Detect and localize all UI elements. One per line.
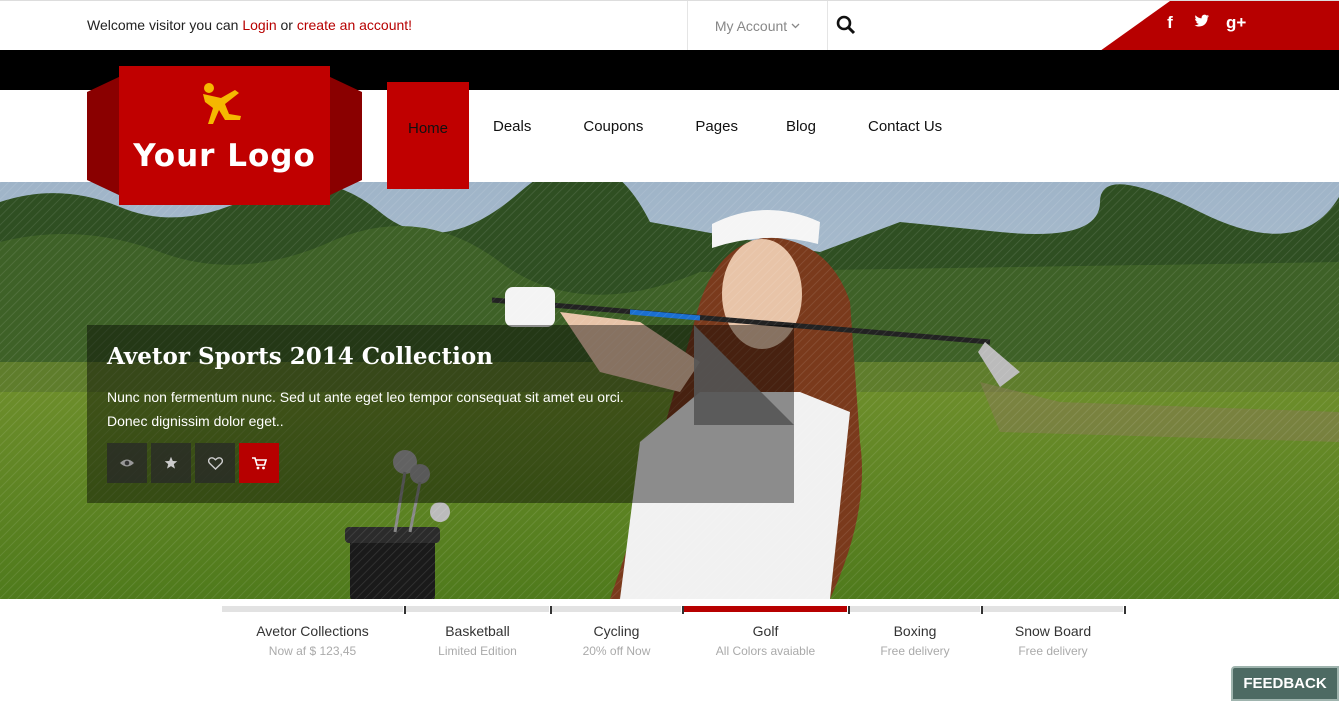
logo-panel: Your Logo	[119, 66, 330, 205]
tab-title: Cycling	[593, 623, 640, 639]
nav-item-label: Home	[407, 120, 448, 137]
nav-item-label: Pages	[695, 118, 738, 135]
login-link[interactable]: Login	[242, 17, 276, 33]
tab-title: Boxing	[893, 623, 937, 639]
tab-separator	[1124, 606, 1126, 614]
heart-icon[interactable]	[195, 443, 235, 483]
top-bar: Welcome visitor you can Login or create …	[0, 0, 1339, 51]
logo-right-wing	[328, 76, 362, 196]
googleplus-icon[interactable]: g+	[1226, 13, 1246, 33]
tab-basketball[interactable]: Basketball Limited Edition	[406, 606, 552, 666]
tab-avetor-collections[interactable]: Avetor Collections Now af $ 123,45	[222, 606, 406, 666]
tab-subtitle: Limited Edition	[438, 644, 517, 658]
nav-item-label: Blog	[785, 118, 816, 135]
hero-title: Avetor Sports 2014 Collection	[107, 343, 493, 370]
social-links: f g+	[1100, 1, 1339, 51]
nav-item-deals[interactable]: Deals	[469, 82, 555, 189]
category-tabs: Avetor Collections Now af $ 123,45 Baske…	[222, 606, 1126, 666]
tab-subtitle: Free delivery	[1018, 644, 1088, 658]
tab-title: Golf	[752, 623, 779, 639]
hero-actions	[107, 443, 279, 483]
hero-caption: Avetor Sports 2014 Collection Nunc non f…	[87, 325, 794, 503]
tab-boxing[interactable]: Boxing Free delivery	[850, 606, 983, 666]
or-text: or	[276, 17, 297, 33]
tab-subtitle: 20% off Now	[582, 644, 651, 658]
slide-arrow-shape	[694, 325, 794, 425]
tab-title: Avetor Collections	[256, 623, 369, 639]
tab-cycling[interactable]: Cycling 20% off Now	[552, 606, 684, 666]
chevron-down-icon	[791, 21, 800, 32]
my-account-dropdown[interactable]: My Account	[687, 1, 828, 51]
logo-text: Your Logo	[133, 138, 316, 174]
feedback-button[interactable]: FEEDBACK	[1231, 666, 1339, 701]
tab-subtitle: All Colors avaiable	[715, 644, 816, 658]
tab-subtitle: Now af $ 123,45	[268, 644, 357, 658]
my-account-label: My Account	[714, 18, 788, 34]
create-account-link[interactable]: create an account!	[297, 17, 412, 33]
tab-subtitle: Free delivery	[880, 644, 950, 658]
welcome-prefix: Welcome visitor you can	[87, 17, 243, 33]
facebook-icon[interactable]: f	[1162, 13, 1178, 33]
tab-title: Basketball	[445, 623, 510, 639]
nav-item-contact-us[interactable]: Contact Us	[840, 82, 966, 189]
nav-item-label: Deals	[493, 118, 532, 135]
cart-icon[interactable]	[239, 443, 279, 483]
welcome-message: Welcome visitor you can Login or create …	[87, 17, 412, 33]
search-icon[interactable]	[836, 15, 858, 37]
nav-item-home[interactable]: Home	[387, 82, 469, 189]
tab-golf[interactable]: Golf All Colors avaiable	[684, 606, 850, 666]
eye-icon[interactable]	[107, 443, 147, 483]
runner-logo-icon	[203, 83, 241, 124]
nav-item-coupons[interactable]: Coupons	[555, 82, 667, 189]
main-nav: Home Deals Coupons Pages Blog Contact Us	[387, 82, 966, 189]
hero-description: Nunc non fermentum nunc. Sed ut ante ege…	[107, 389, 624, 429]
site-logo[interactable]: Your Logo	[87, 66, 362, 205]
twitter-icon[interactable]	[1194, 13, 1210, 33]
nav-item-blog[interactable]: Blog	[762, 82, 840, 189]
star-icon[interactable]	[151, 443, 191, 483]
tab-title: Snow Board	[1014, 623, 1092, 639]
nav-item-label: Coupons	[583, 118, 644, 135]
nav-item-label: Contact Us	[867, 118, 943, 135]
tab-snow-board[interactable]: Snow Board Free delivery	[983, 606, 1126, 666]
nav-item-pages[interactable]: Pages	[667, 82, 762, 189]
hero-slider: Avetor Sports 2014 Collection Nunc non f…	[0, 182, 1339, 599]
logo-left-wing	[87, 76, 121, 196]
